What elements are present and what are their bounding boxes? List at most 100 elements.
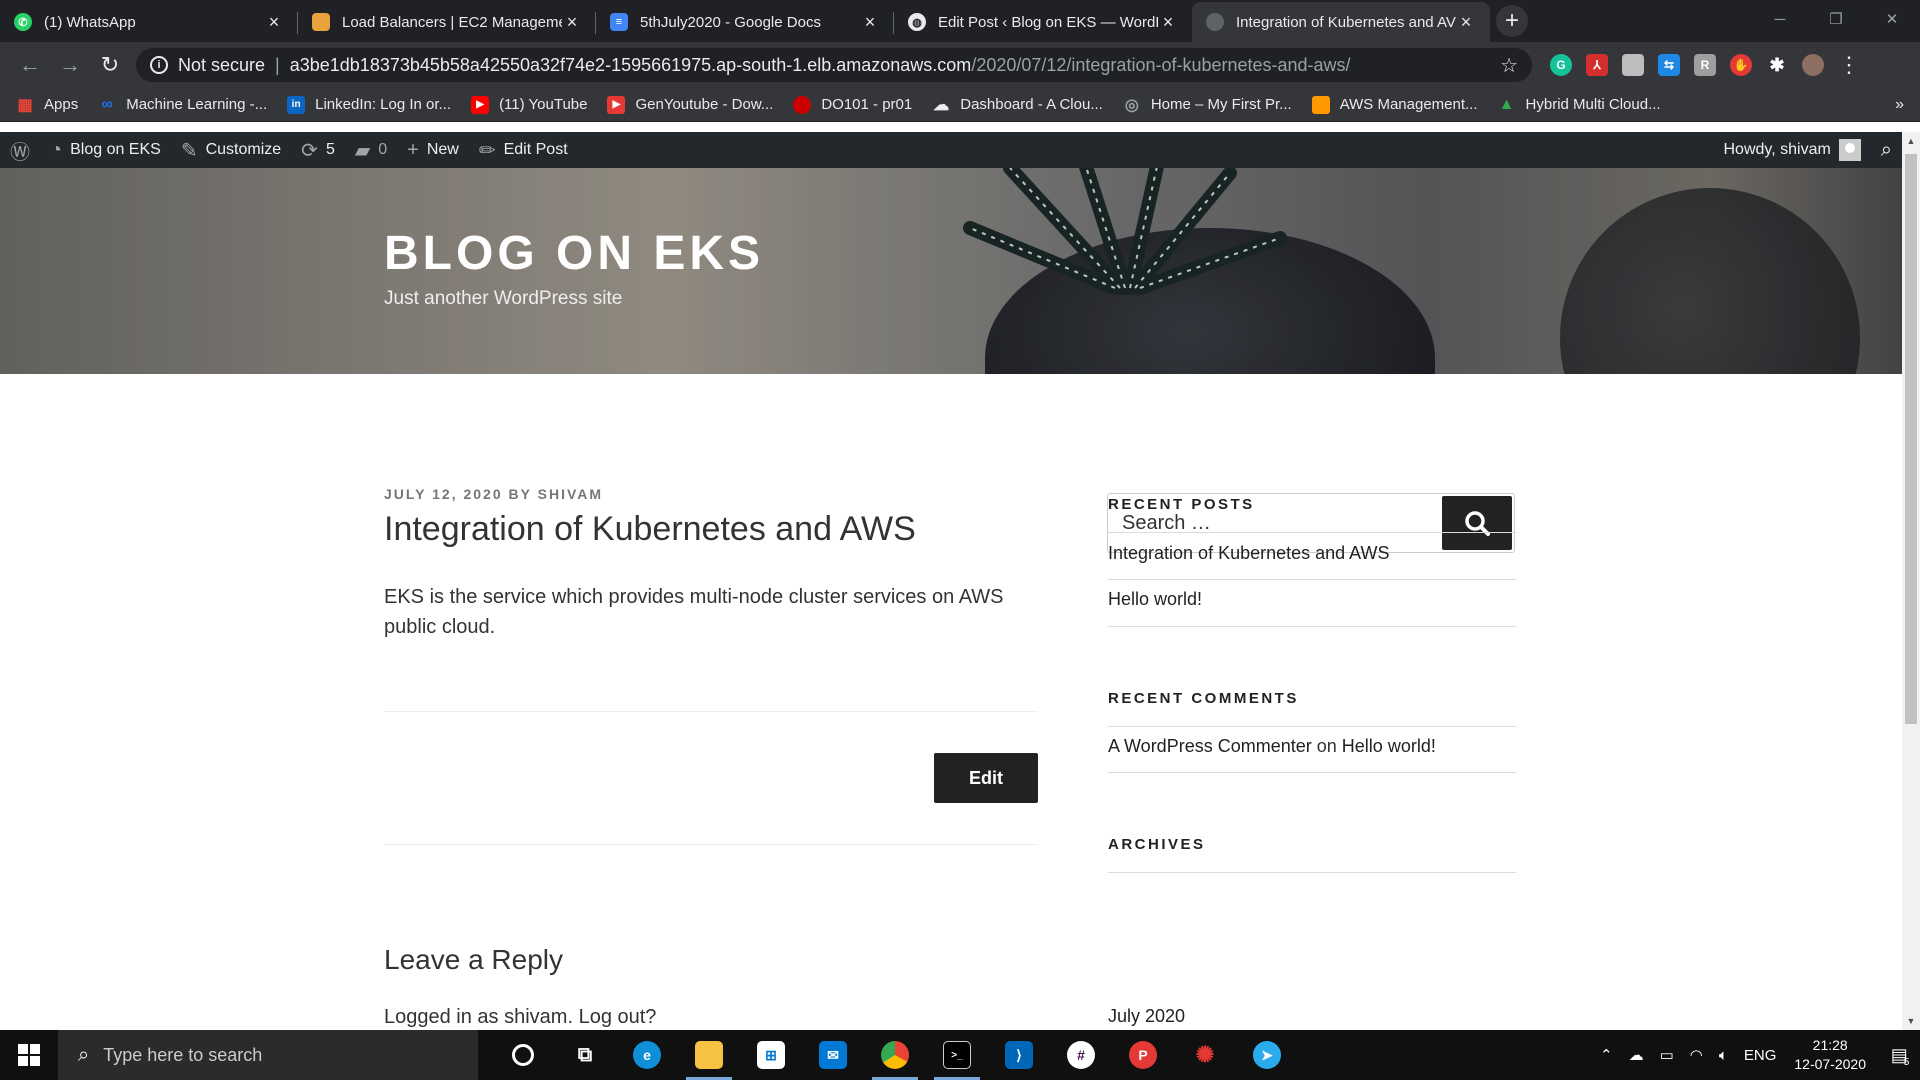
admin-updates[interactable]: ⟳ 5 [291,132,345,168]
taskbar-terminal[interactable]: >_ [926,1030,988,1080]
dashboard-icon: ◔ [50,138,63,161]
divider [384,844,1038,845]
bookmark-machine-learning[interactable]: ∞ Machine Learning -... [98,96,268,114]
puzzle-icon[interactable]: ✱ [1766,54,1788,76]
taskbar-slack[interactable]: # [1050,1030,1112,1080]
onedrive-icon[interactable]: ☁ [1629,1046,1644,1064]
admin-site-name[interactable]: ◔ Blog on EKS [40,132,171,168]
windows-logo-icon [18,1044,40,1066]
bookmark-do101[interactable]: DO101 - pr01 [793,95,912,114]
tab-edit-post[interactable]: ◍ Edit Post ‹ Blog on EKS — WordP × [894,2,1192,42]
bookmarks-bar: ▦ Apps ∞ Machine Learning -... in Linked… [0,88,1920,122]
admin-new[interactable]: + New [397,132,469,168]
recent-post-link[interactable]: Hello world! [1108,589,1202,610]
security-label[interactable]: Not secure [178,55,265,76]
taskbar-vscode[interactable]: ⟩ [988,1030,1050,1080]
bookmark-linkedin[interactable]: in LinkedIn: Log In or... [287,95,451,114]
comment-author-link[interactable]: A WordPress Commenter [1108,736,1312,756]
recent-posts-title: Recent Posts [1108,496,1255,513]
admin-account[interactable]: Howdy, shivam [1714,132,1871,168]
gray-extension-icon[interactable]: R [1694,54,1716,76]
volume-icon[interactable]: 🔈︎ [1719,1047,1728,1064]
new-tab-button[interactable]: + [1496,5,1528,37]
bookmark-hybrid-multi-cloud[interactable]: ▲ Hybrid Multi Cloud... [1498,96,1661,114]
taskbar-mail[interactable]: ✉ [802,1030,864,1080]
forward-icon[interactable]: → [50,45,90,85]
language-indicator[interactable]: ENG [1744,1047,1777,1064]
bookmark-home-first-pr[interactable]: ◎ Home – My First Pr... [1123,96,1292,114]
window-controls: ─ ❐ ✕ [1752,0,1920,40]
logged-in-as-link[interactable]: Logged in as shivam. [384,1006,573,1028]
minimize-icon[interactable]: ─ [1752,0,1808,38]
bookmark-youtube[interactable]: ▶ (11) YouTube [471,95,587,114]
admin-search-icon[interactable]: ⌕ [1871,132,1902,168]
close-icon[interactable]: × [264,12,284,33]
bookmark-label: Hybrid Multi Cloud... [1525,96,1661,113]
close-icon[interactable]: × [1456,12,1476,33]
cortana-button[interactable] [492,1030,554,1080]
bookmark-genyoutube[interactable]: ▶ GenYoutube - Dow... [607,95,773,114]
taskbar-clock[interactable]: 21:28 12-07-2020 [1794,1036,1866,1074]
taskbar-chrome[interactable] [864,1030,926,1080]
tab-load-balancers[interactable]: Load Balancers | EC2 Managemen × [298,2,596,42]
admin-edit-post[interactable]: ✏ Edit Post [469,132,578,168]
bookmarks-overflow-icon[interactable]: » [1895,96,1904,114]
bookmark-aws-management[interactable]: AWS Management... [1311,95,1478,114]
admin-customize[interactable]: ✎ Customize [171,132,291,168]
window-close-icon[interactable]: ✕ [1864,0,1920,38]
tab-integration-active[interactable]: Integration of Kubernetes and AV × [1192,2,1490,42]
recent-comments-title: Recent Comments [1108,690,1299,707]
comment-on-label: on [1316,736,1337,756]
notification-count: 5 [1903,1056,1910,1068]
admin-comments[interactable]: ▰ 0 [345,132,397,168]
tab-google-docs[interactable]: ≡ 5thJuly2020 - Google Docs × [596,2,894,42]
translate-extension-icon[interactable]: ⇆ [1658,54,1680,76]
page-scrollbar[interactable]: ▲ ▼ [1902,132,1920,1030]
taskbar-edge[interactable]: e [616,1030,678,1080]
close-icon[interactable]: × [860,12,880,33]
grammarly-icon[interactable]: G [1550,54,1572,76]
chevron-up-icon[interactable]: ⌃ [1600,1046,1613,1064]
comment-post-link[interactable]: Hello world! [1342,736,1436,756]
tab-whatsapp[interactable]: ✆ (1) WhatsApp × [0,2,298,42]
task-view-button[interactable]: ⧉ [554,1030,616,1080]
edit-button[interactable]: Edit [934,753,1038,803]
close-icon[interactable]: × [562,12,582,33]
bookmark-dashboard[interactable]: ☁ Dashboard - A Clou... [932,96,1103,114]
pdf-icon[interactable]: ⅄ [1586,54,1608,76]
close-icon[interactable]: × [1158,12,1178,33]
search-button[interactable] [1442,496,1512,550]
taskbar-telegram[interactable]: ➤ [1236,1030,1298,1080]
logout-link[interactable]: Log out? [579,1006,657,1028]
wifi-icon[interactable]: ◠ [1690,1046,1703,1064]
taskbar-pdf-app[interactable]: P [1112,1030,1174,1080]
address-bar[interactable]: i Not secure | a3be1db18373b45b58a42550a… [136,48,1532,82]
scroll-down-icon[interactable]: ▼ [1902,1012,1920,1030]
scrollbar-thumb[interactable] [1905,154,1917,724]
bookmark-star-icon[interactable]: ☆ [1500,53,1518,78]
taskbar-red-app[interactable]: ✺ [1174,1030,1236,1080]
windows-start-button[interactable] [0,1030,58,1080]
taskbar-store[interactable]: ⊞ [740,1030,802,1080]
archive-link[interactable]: July 2020 [1108,1006,1185,1027]
scroll-up-icon[interactable]: ▲ [1902,132,1920,150]
notification-center-button[interactable]: ▤ 5 [1880,1030,1920,1080]
site-title[interactable]: Blog on EKS [384,226,764,281]
wp-logo-menu[interactable]: Ⓦ [0,132,40,168]
taskbar-file-explorer[interactable] [678,1030,740,1080]
info-icon[interactable]: i [150,56,168,74]
restore-icon[interactable]: ❐ [1808,0,1864,38]
bookmark-apps[interactable]: ▦ Apps [16,96,78,114]
browser-menu-icon[interactable]: ⋮ [1838,52,1860,78]
adblock-icon[interactable]: ✋ [1730,54,1752,76]
taskbar-search-box[interactable]: ⌕ Type here to search [58,1030,478,1080]
post-date[interactable]: July 12, 2020 [384,486,503,502]
post-author[interactable]: Shivam [538,486,603,502]
bookmark-label: Dashboard - A Clou... [960,96,1103,113]
battery-icon[interactable]: ▭ [1660,1046,1674,1064]
profile-avatar[interactable] [1802,54,1824,76]
reload-icon[interactable]: ↻ [90,45,130,85]
recent-post-link[interactable]: Integration of Kubernetes and AWS [1108,543,1390,564]
cube-extension-icon[interactable] [1622,54,1644,76]
back-icon[interactable]: ← [10,45,50,85]
